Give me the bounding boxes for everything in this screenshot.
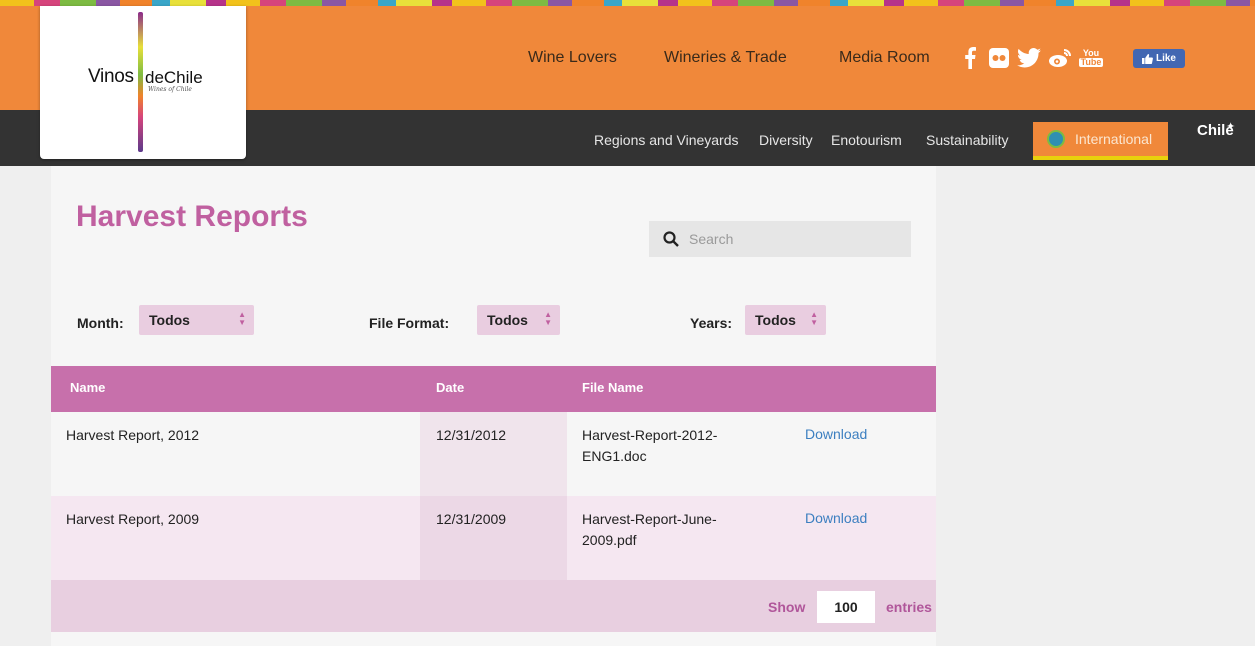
cell-file-name-line1: Harvest-Report-June- xyxy=(582,511,717,527)
column-header-name[interactable]: Name xyxy=(70,380,105,395)
cell-file-name-line1: Harvest-Report-2012- xyxy=(582,427,718,443)
logo-chile-strip xyxy=(138,12,143,152)
column-header-date[interactable]: Date xyxy=(436,380,464,395)
like-label: Like xyxy=(1155,53,1176,64)
star-icon: ✦ xyxy=(1226,121,1236,133)
month-label: Month: xyxy=(77,315,124,331)
nav-sustainability[interactable]: Sustainability xyxy=(926,132,1009,148)
select-arrows-icon: ▲ ▼ xyxy=(238,310,246,327)
search-icon xyxy=(663,231,679,247)
facebook-like-button[interactable]: Like xyxy=(1133,49,1185,68)
globe-icon xyxy=(1047,130,1065,148)
logo-text-vinos: Vinos xyxy=(88,66,134,87)
logo-text-dechile: deChile xyxy=(145,68,203,87)
month-select-value: Todos xyxy=(149,312,190,328)
nav-media-room[interactable]: Media Room xyxy=(839,49,930,67)
site-logo[interactable]: Vinos deChile Wines of Chile xyxy=(40,6,246,159)
entries-label: entries xyxy=(886,599,932,615)
nav-wine-lovers[interactable]: Wine Lovers xyxy=(528,49,617,67)
download-link[interactable]: Download xyxy=(805,510,867,526)
file-format-label: File Format: xyxy=(369,315,450,331)
search-box[interactable] xyxy=(649,221,911,257)
file-format-select-value: Todos xyxy=(487,312,528,328)
years-select-value: Todos xyxy=(755,312,796,328)
cell-date: 12/31/2012 xyxy=(436,427,507,443)
cell-file-name-line2: 2009.pdf xyxy=(582,532,637,548)
flickr-icon[interactable] xyxy=(988,46,1010,70)
youtube-icon[interactable]: You Tube xyxy=(1078,46,1104,70)
search-input[interactable] xyxy=(689,231,889,247)
nav-wineries-trade[interactable]: Wineries & Trade xyxy=(664,49,787,67)
facebook-icon[interactable] xyxy=(962,46,978,70)
thumbs-up-icon xyxy=(1141,53,1153,64)
youtube-label-bottom: Tube xyxy=(1078,57,1104,67)
page-title: Harvest Reports xyxy=(76,200,308,233)
tab-international[interactable]: International xyxy=(1033,122,1168,160)
years-select[interactable]: Todos ▲ ▼ xyxy=(745,305,826,335)
column-header-file-name[interactable]: File Name xyxy=(582,380,643,395)
weibo-icon[interactable] xyxy=(1048,46,1072,70)
nav-regions-vineyards[interactable]: Regions and Vineyards xyxy=(594,132,739,148)
logo-tagline: Wines of Chile xyxy=(148,86,192,93)
cell-date: 12/31/2009 xyxy=(436,511,507,527)
entries-count-input[interactable] xyxy=(817,591,875,623)
cell-name: Harvest Report, 2012 xyxy=(66,427,200,443)
select-arrows-icon: ▲ ▼ xyxy=(544,310,552,327)
cell-name: Harvest Report, 2009 xyxy=(66,511,200,527)
international-label: International xyxy=(1075,131,1153,147)
nav-enotourism[interactable]: Enotourism xyxy=(831,132,902,148)
download-link[interactable]: Download xyxy=(805,426,867,442)
twitter-icon[interactable] xyxy=(1016,46,1042,70)
years-label: Years: xyxy=(690,315,733,331)
table-header xyxy=(51,366,936,412)
nav-diversity[interactable]: Diversity xyxy=(759,132,813,148)
cell-file-name-line2: ENG1.doc xyxy=(582,448,647,464)
show-label: Show xyxy=(768,599,806,615)
month-select[interactable]: Todos ▲ ▼ xyxy=(139,305,254,335)
select-arrows-icon: ▲ ▼ xyxy=(810,310,818,327)
file-format-select[interactable]: Todos ▲ ▼ xyxy=(477,305,560,335)
